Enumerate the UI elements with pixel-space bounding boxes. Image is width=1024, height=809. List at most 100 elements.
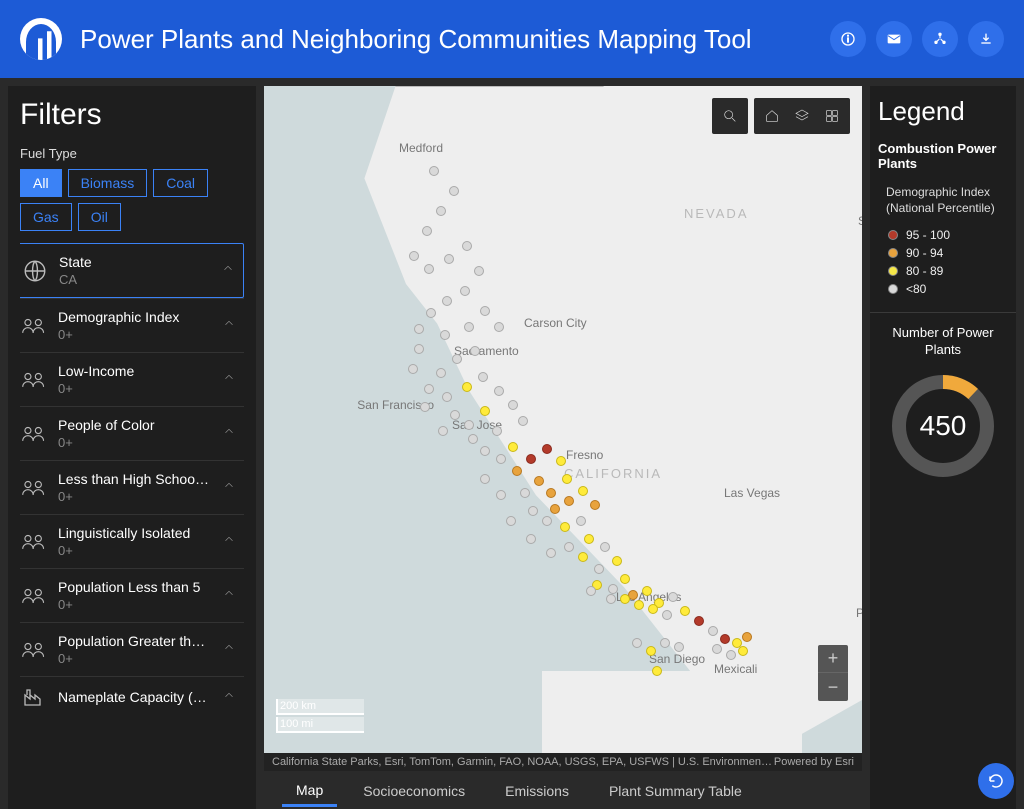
plant-marker[interactable] — [512, 466, 522, 476]
plant-marker[interactable] — [462, 241, 472, 251]
plant-marker[interactable] — [426, 308, 436, 318]
plant-marker[interactable] — [712, 644, 722, 654]
map-home-button[interactable] — [758, 102, 786, 130]
plant-marker[interactable] — [642, 586, 652, 596]
plant-marker[interactable] — [584, 534, 594, 544]
plant-marker[interactable] — [442, 296, 452, 306]
plant-marker[interactable] — [422, 226, 432, 236]
tab-map[interactable]: Map — [282, 774, 337, 807]
plant-marker[interactable] — [429, 166, 439, 176]
plant-marker[interactable] — [460, 286, 470, 296]
tab-plant-summary-table[interactable]: Plant Summary Table — [595, 775, 756, 805]
plant-marker[interactable] — [526, 534, 536, 544]
plant-marker[interactable] — [492, 426, 502, 436]
plant-marker[interactable] — [620, 574, 630, 584]
reset-fab[interactable] — [978, 763, 1014, 799]
plant-marker[interactable] — [556, 456, 566, 466]
plant-marker[interactable] — [414, 344, 424, 354]
plant-marker[interactable] — [634, 600, 644, 610]
filter-less-than-high-school[interactable]: Less than High School…0+ — [20, 460, 244, 514]
plant-marker[interactable] — [542, 516, 552, 526]
plant-marker[interactable] — [508, 442, 518, 452]
plant-marker[interactable] — [436, 206, 446, 216]
plant-marker[interactable] — [668, 592, 678, 602]
plant-marker[interactable] — [738, 646, 748, 656]
plant-marker[interactable] — [480, 446, 490, 456]
plant-marker[interactable] — [528, 506, 538, 516]
plant-marker[interactable] — [680, 606, 690, 616]
filter-people-of-color[interactable]: People of Color0+ — [20, 406, 244, 460]
plant-marker[interactable] — [452, 354, 462, 364]
plant-marker[interactable] — [420, 402, 430, 412]
plant-marker[interactable] — [408, 364, 418, 374]
plant-marker[interactable] — [564, 542, 574, 552]
map-layers-button[interactable] — [788, 102, 816, 130]
plant-marker[interactable] — [578, 486, 588, 496]
plant-marker[interactable] — [474, 266, 484, 276]
map-canvas[interactable]: NEVADACALIFORNIAMedfordCarson CitySacram… — [264, 86, 862, 771]
fuel-chip-biomass[interactable]: Biomass — [68, 169, 148, 197]
fuel-chip-gas[interactable]: Gas — [20, 203, 72, 231]
plant-marker[interactable] — [424, 384, 434, 394]
plant-marker[interactable] — [708, 626, 718, 636]
plant-marker[interactable] — [546, 548, 556, 558]
plant-marker[interactable] — [660, 638, 670, 648]
plant-marker[interactable] — [520, 488, 530, 498]
plant-marker[interactable] — [440, 330, 450, 340]
plant-marker[interactable] — [606, 594, 616, 604]
plant-marker[interactable] — [444, 254, 454, 264]
plant-marker[interactable] — [620, 594, 630, 604]
plant-marker[interactable] — [464, 322, 474, 332]
plant-marker[interactable] — [646, 646, 656, 656]
filter-demographic-index[interactable]: Demographic Index0+ — [20, 298, 244, 352]
plant-marker[interactable] — [424, 264, 434, 274]
plant-marker[interactable] — [652, 666, 662, 676]
plant-marker[interactable] — [534, 476, 544, 486]
plant-marker[interactable] — [612, 556, 622, 566]
plant-marker[interactable] — [560, 522, 570, 532]
plant-marker[interactable] — [518, 416, 528, 426]
plant-marker[interactable] — [578, 552, 588, 562]
plant-marker[interactable] — [694, 616, 704, 626]
plant-marker[interactable] — [494, 386, 504, 396]
plant-marker[interactable] — [462, 382, 472, 392]
plant-marker[interactable] — [648, 604, 658, 614]
plant-marker[interactable] — [506, 516, 516, 526]
plant-marker[interactable] — [742, 632, 752, 642]
map-search-button[interactable] — [716, 102, 744, 130]
plant-marker[interactable] — [600, 542, 610, 552]
fuel-chip-all[interactable]: All — [20, 169, 62, 197]
plant-marker[interactable] — [468, 434, 478, 444]
filter-population-less-than-5[interactable]: Population Less than 50+ — [20, 568, 244, 622]
email-button[interactable] — [876, 21, 912, 57]
fuel-chip-oil[interactable]: Oil — [78, 203, 121, 231]
plant-marker[interactable] — [414, 324, 424, 334]
plant-marker[interactable] — [470, 346, 480, 356]
plant-marker[interactable] — [494, 322, 504, 332]
plant-marker[interactable] — [526, 454, 536, 464]
plant-marker[interactable] — [480, 474, 490, 484]
plant-marker[interactable] — [550, 504, 560, 514]
filter-state[interactable]: StateCA — [20, 243, 244, 298]
tab-socioeconomics[interactable]: Socioeconomics — [349, 775, 479, 805]
fuel-chip-coal[interactable]: Coal — [153, 169, 208, 197]
plant-marker[interactable] — [442, 392, 452, 402]
plant-marker[interactable] — [480, 306, 490, 316]
plant-marker[interactable] — [542, 444, 552, 454]
filter-linguistically-isolated[interactable]: Linguistically Isolated0+ — [20, 514, 244, 568]
plant-marker[interactable] — [674, 642, 684, 652]
share-button[interactable] — [922, 21, 958, 57]
plant-marker[interactable] — [632, 638, 642, 648]
plant-marker[interactable] — [450, 410, 460, 420]
plant-marker[interactable] — [496, 454, 506, 464]
plant-marker[interactable] — [436, 368, 446, 378]
plant-marker[interactable] — [576, 516, 586, 526]
plant-marker[interactable] — [546, 488, 556, 498]
zoom-in-button[interactable]: + — [818, 645, 848, 673]
info-button[interactable] — [830, 21, 866, 57]
plant-marker[interactable] — [464, 420, 474, 430]
filter-population-greater-th[interactable]: Population Greater th…0+ — [20, 622, 244, 676]
plant-marker[interactable] — [726, 650, 736, 660]
zoom-out-button[interactable]: − — [818, 673, 848, 701]
tab-emissions[interactable]: Emissions — [491, 775, 583, 805]
